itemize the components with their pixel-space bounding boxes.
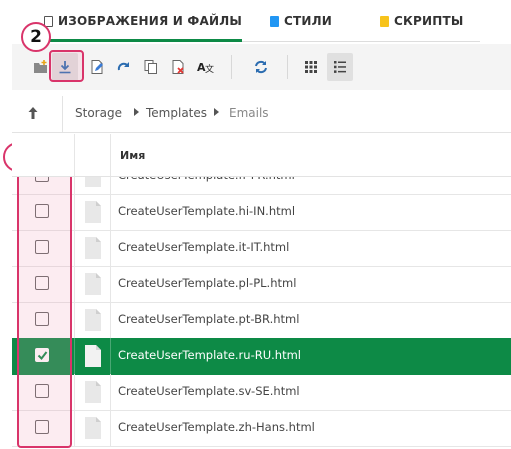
file-name[interactable]: CreateUserTemplate.it-IT.html <box>118 240 289 254</box>
table-row[interactable]: CreateUserTemplate.it-IT.html <box>12 230 511 267</box>
file-icon <box>85 381 101 403</box>
column-divider <box>74 374 75 410</box>
copy-button[interactable] <box>138 53 164 81</box>
annotation-badge-2: 2 <box>21 22 51 52</box>
tab-scripts[interactable]: СКРИПТЫ <box>380 0 464 42</box>
file-name[interactable]: CreateUserTemplate.hi-IN.html <box>118 204 295 218</box>
delete-button[interactable] <box>165 53 191 81</box>
file-icon <box>85 201 101 223</box>
file-name[interactable]: CreateUserTemplate.pt-BR.html <box>118 312 299 326</box>
column-divider <box>74 134 75 176</box>
breadcrumb: Storage Templates Emails <box>12 96 511 133</box>
column-divider <box>110 230 111 266</box>
column-divider <box>74 302 75 338</box>
column-divider <box>74 230 75 266</box>
svg-text:文: 文 <box>205 63 214 75</box>
list-view-icon <box>334 61 346 73</box>
redo-button[interactable] <box>111 53 137 81</box>
refresh-icon <box>255 60 267 74</box>
redo-icon <box>117 62 129 71</box>
table-row[interactable]: CreateUserTemplate.hi-IN.html <box>12 194 511 231</box>
annotation-label: 2 <box>30 27 42 47</box>
column-divider <box>110 374 111 410</box>
grid-view-icon <box>305 61 317 73</box>
breadcrumb-separator <box>62 96 63 132</box>
tab-label: ИЗОБРАЖЕНИЯ И ФАЙЛЫ <box>58 14 243 28</box>
file-icon <box>85 309 101 331</box>
column-divider <box>110 302 111 338</box>
column-header-name[interactable]: Имя <box>120 149 145 162</box>
column-divider <box>74 266 75 302</box>
table-row[interactable]: CreateUserTemplate.pt-BR.html <box>12 302 511 339</box>
chevron-right-icon <box>214 108 219 116</box>
file-name[interactable]: CreateUserTemplate.sv-SE.html <box>118 384 300 398</box>
translate-icon: A文 <box>197 61 214 75</box>
file-icon <box>85 273 101 295</box>
table-row[interactable]: CreateUserTemplate.zh-Hans.html <box>12 410 511 447</box>
column-divider <box>74 338 75 374</box>
toolbar: A文 <box>12 44 511 90</box>
column-divider <box>74 410 75 446</box>
table-row[interactable]: CreateUserTemplate.ru-RU.html <box>12 338 511 375</box>
breadcrumb-item-storage[interactable]: Storage <box>75 106 122 120</box>
refresh-button[interactable] <box>248 53 274 81</box>
column-divider <box>110 194 111 230</box>
chevron-right-icon <box>134 108 139 116</box>
breadcrumb-item-emails: Emails <box>229 106 269 120</box>
file-name[interactable]: CreateUserTemplate.pl-PL.html <box>118 276 296 290</box>
table-header: Имя <box>12 134 511 177</box>
go-up-button[interactable] <box>26 105 42 121</box>
edit-icon <box>91 60 103 74</box>
table-row[interactable]: CreateUserTemplate.sv-SE.html <box>12 374 511 411</box>
translate-button[interactable]: A文 <box>193 53 219 81</box>
toolbar-separator <box>287 55 288 79</box>
delete-icon <box>172 60 184 74</box>
download-button-highlight <box>49 50 84 82</box>
tabs-divider <box>242 41 480 42</box>
checkbox-column-highlight <box>17 166 72 448</box>
column-divider <box>110 266 111 302</box>
file-name[interactable]: CreateUserTemplate.zh-Hans.html <box>118 420 315 434</box>
column-divider <box>110 338 111 374</box>
file-name[interactable]: CreateUserTemplate.ru-RU.html <box>118 348 301 362</box>
file-icon <box>85 345 101 367</box>
js-file-icon <box>380 15 389 27</box>
arrow-up-icon <box>28 107 38 119</box>
active-tab-indicator <box>40 39 242 42</box>
toolbar-separator <box>231 55 232 79</box>
table-row[interactable]: CreateUserTemplate.pl-PL.html <box>12 266 511 303</box>
tab-styles[interactable]: СТИЛИ <box>270 0 332 42</box>
column-divider <box>110 410 111 446</box>
list-view-button[interactable] <box>327 53 353 81</box>
grid-view-button[interactable] <box>298 53 324 81</box>
file-icon <box>85 417 101 439</box>
breadcrumb-item-templates[interactable]: Templates <box>146 106 207 120</box>
copy-icon <box>144 60 157 74</box>
tab-images-and-files[interactable]: ИЗОБРАЖЕНИЯ И ФАЙЛЫ <box>44 0 242 42</box>
tab-label: СКРИПТЫ <box>394 14 464 28</box>
file-icon <box>85 237 101 259</box>
edit-button[interactable] <box>84 53 110 81</box>
column-divider <box>110 134 111 176</box>
column-divider <box>74 194 75 230</box>
new-folder-icon <box>34 60 47 73</box>
css-file-icon <box>270 15 279 27</box>
tab-label: СТИЛИ <box>284 14 333 28</box>
